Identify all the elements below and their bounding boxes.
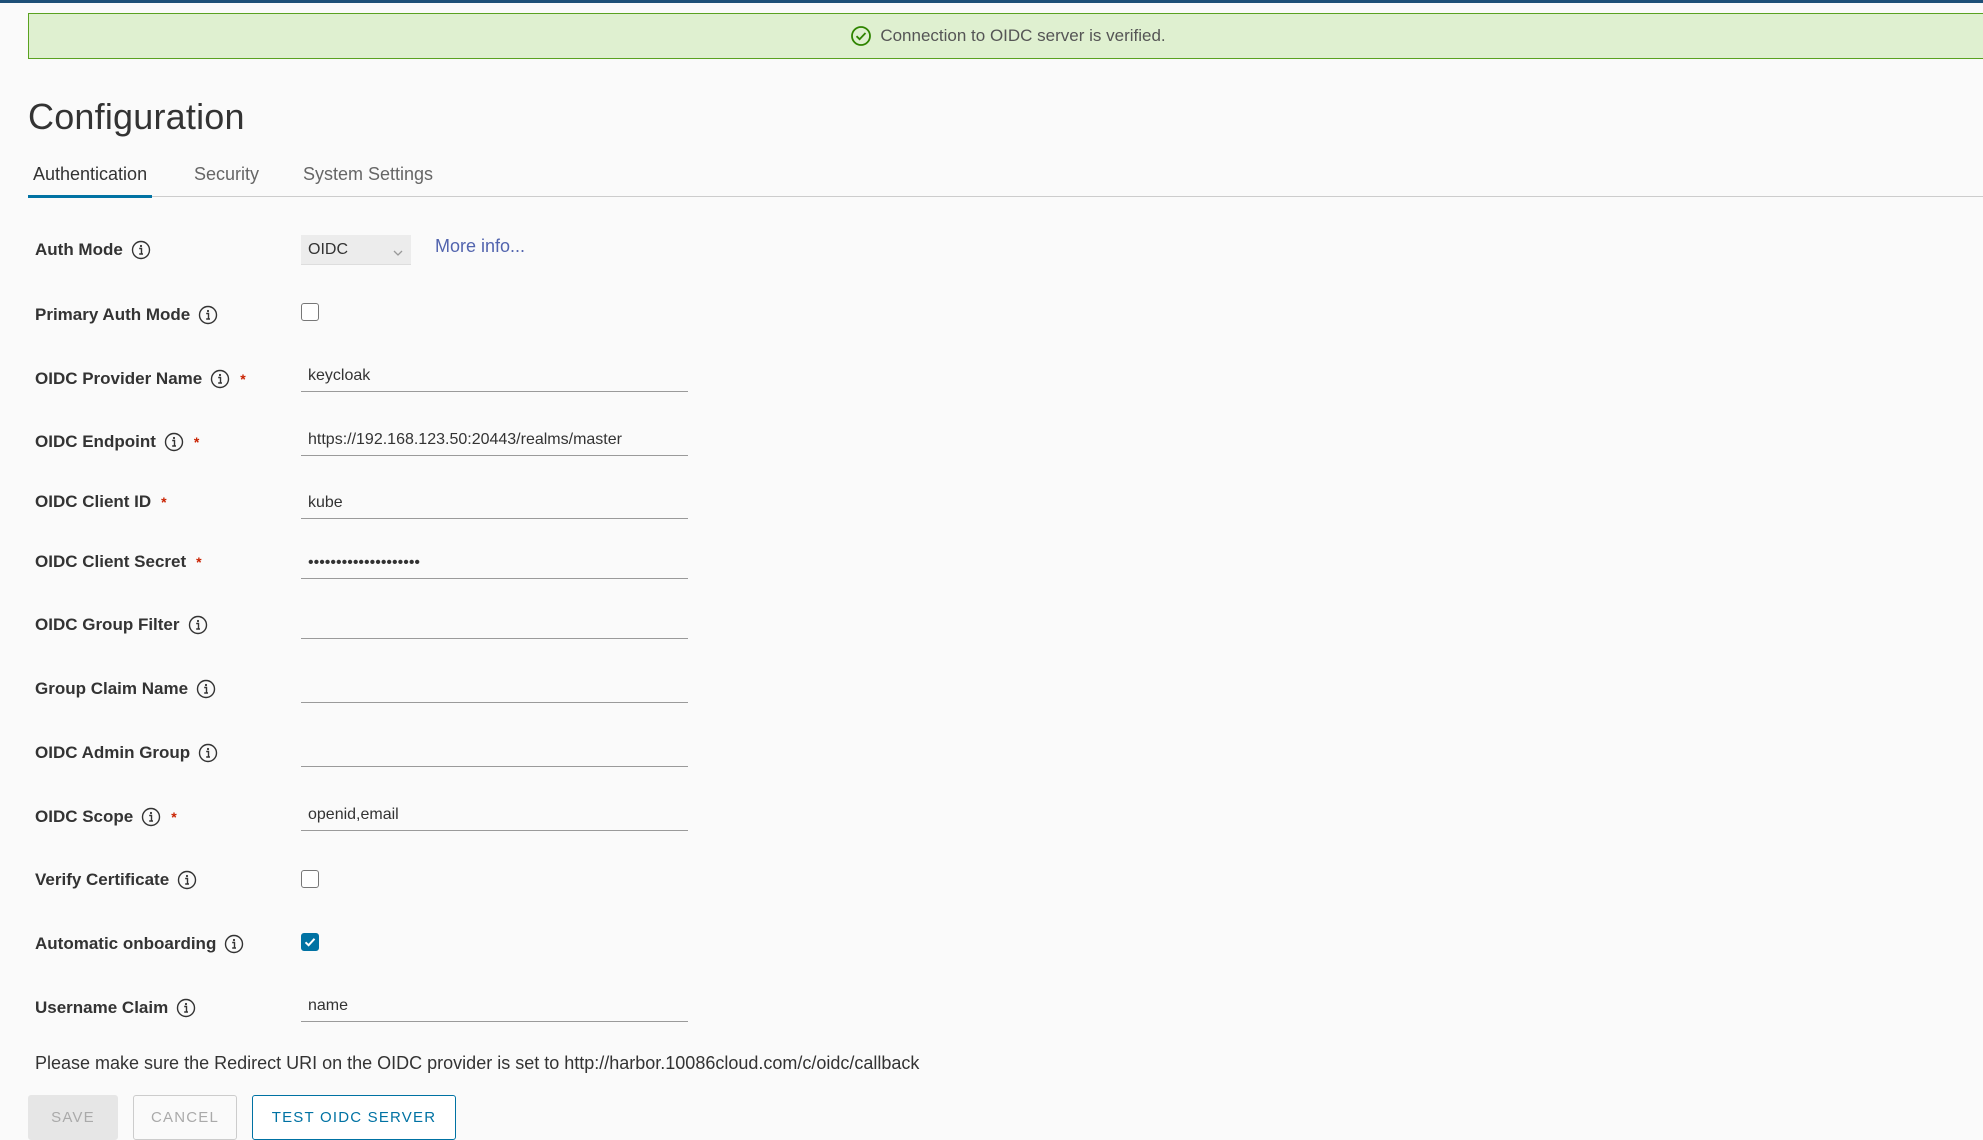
group-claim-name-input[interactable] [301, 671, 688, 703]
info-icon[interactable] [198, 305, 218, 325]
endpoint-input[interactable] [301, 424, 688, 456]
verify-certificate-checkbox[interactable] [301, 870, 319, 888]
success-alert: Connection to OIDC server is verified. [28, 13, 1983, 59]
endpoint-row: OIDC Endpoint * [35, 427, 199, 457]
auth-mode-label: Auth Mode [35, 240, 151, 260]
required-marker: * [171, 809, 177, 825]
checkmark-icon [304, 938, 316, 947]
scope-input[interactable] [301, 799, 688, 831]
primary-auth-mode-checkbox[interactable] [301, 303, 319, 321]
chevron-down-icon [393, 245, 403, 256]
group-filter-row: OIDC Group Filter [35, 610, 208, 640]
tab-authentication[interactable]: Authentication [28, 160, 153, 198]
primary-auth-mode-row: Primary Auth Mode [35, 300, 218, 330]
username-claim-input[interactable] [301, 990, 688, 1022]
required-marker: * [193, 434, 200, 450]
auth-mode-label-text: Auth Mode [35, 240, 123, 259]
scope-label: OIDC Scope * [35, 807, 177, 827]
test-oidc-server-button[interactable]: TEST OIDC SERVER [252, 1095, 456, 1140]
username-claim-label-text: Username Claim [35, 998, 169, 1017]
admin-group-label-text: OIDC Admin Group [35, 743, 191, 762]
alert-message: Connection to OIDC server is verified. [880, 26, 1166, 45]
info-icon[interactable] [131, 240, 151, 260]
automatic-onboarding-label-text: Automatic onboarding [35, 934, 217, 953]
info-icon[interactable] [188, 615, 208, 635]
info-icon[interactable] [164, 432, 184, 452]
admin-group-input[interactable] [301, 735, 688, 767]
client-secret-label-text: OIDC Client Secret [35, 552, 187, 571]
client-id-label-text: OIDC Client ID [35, 492, 152, 511]
page-title: Configuration [28, 96, 245, 137]
client-id-input[interactable] [301, 487, 688, 519]
group-claim-name-row: Group Claim Name [35, 674, 216, 704]
primary-auth-mode-label-text: Primary Auth Mode [35, 305, 191, 324]
admin-group-row: OIDC Admin Group [35, 738, 218, 768]
client-secret-row: OIDC Client Secret * [35, 547, 202, 577]
group-claim-name-label: Group Claim Name [35, 679, 216, 699]
provider-name-label-text: OIDC Provider Name [35, 369, 203, 388]
admin-group-label: OIDC Admin Group [35, 743, 218, 763]
username-claim-row: Username Claim [35, 993, 196, 1023]
automatic-onboarding-checkbox[interactable] [301, 933, 319, 951]
endpoint-label: OIDC Endpoint * [35, 432, 199, 452]
info-icon[interactable] [196, 679, 216, 699]
info-icon[interactable] [177, 870, 197, 890]
required-marker: * [240, 371, 246, 387]
required-marker: * [196, 554, 202, 570]
info-icon[interactable] [198, 743, 218, 763]
automatic-onboarding-row: Automatic onboarding [35, 929, 244, 959]
tab-security[interactable]: Security [189, 160, 264, 195]
scope-label-text: OIDC Scope [35, 807, 134, 826]
auth-mode-select[interactable]: OIDC [301, 235, 411, 265]
top-accent-line [0, 0, 1983, 3]
auth-mode-value: OIDC [308, 240, 348, 258]
cancel-button[interactable]: CANCEL [133, 1095, 237, 1140]
info-icon[interactable] [141, 807, 161, 827]
verify-certificate-row: Verify Certificate [35, 865, 197, 895]
check-circle-icon [850, 25, 872, 47]
auth-mode-row: Auth Mode [35, 235, 151, 265]
tab-system-settings[interactable]: System Settings [298, 160, 438, 195]
group-filter-label: OIDC Group Filter [35, 615, 208, 635]
verify-certificate-label-text: Verify Certificate [35, 870, 170, 889]
required-marker: * [161, 494, 167, 510]
client-id-row: OIDC Client ID * [35, 487, 167, 517]
group-claim-name-label-text: Group Claim Name [35, 679, 189, 698]
info-icon[interactable] [210, 369, 230, 389]
username-claim-label: Username Claim [35, 998, 196, 1018]
client-secret-input[interactable] [301, 547, 688, 579]
info-icon[interactable] [224, 934, 244, 954]
info-icon[interactable] [176, 998, 196, 1018]
endpoint-label-text: OIDC Endpoint [35, 432, 156, 451]
group-filter-label-text: OIDC Group Filter [35, 615, 180, 634]
provider-name-label: OIDC Provider Name * [35, 369, 246, 389]
verify-certificate-label: Verify Certificate [35, 870, 197, 890]
provider-name-input[interactable] [301, 360, 688, 392]
save-button[interactable]: SAVE [28, 1095, 118, 1140]
primary-auth-mode-label: Primary Auth Mode [35, 305, 218, 325]
more-info-link[interactable]: More info... [435, 236, 525, 257]
provider-name-row: OIDC Provider Name * [35, 364, 246, 394]
automatic-onboarding-label: Automatic onboarding [35, 934, 244, 954]
tab-bar: Authentication Security System Settings [28, 160, 1983, 198]
redirect-uri-note: Please make sure the Redirect URI on the… [35, 1053, 920, 1073]
client-id-label: OIDC Client ID * [35, 492, 167, 512]
group-filter-input[interactable] [301, 607, 688, 639]
client-secret-label: OIDC Client Secret * [35, 552, 202, 572]
scope-row: OIDC Scope * [35, 802, 177, 832]
